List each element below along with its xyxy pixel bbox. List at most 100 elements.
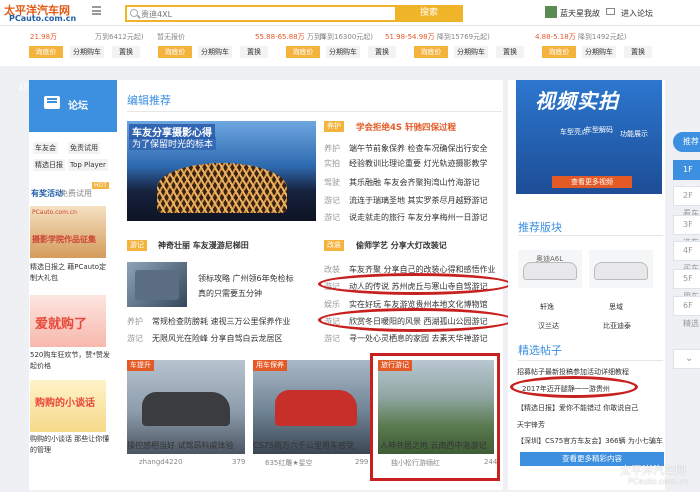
headline-link[interactable]: 神奇壮丽 车友漫游尼梯田: [158, 240, 249, 251]
video-title: 视频实拍: [535, 89, 619, 113]
side-nav-see-cars[interactable]: 2F 看车: [673, 186, 700, 218]
price-item: 51.98-54.98万 降到15769元起): [385, 33, 490, 41]
section-title: 编辑推荐: [127, 94, 171, 107]
photo-contest-thumb[interactable]: PCauto.com.cn 摄影学院作品征集: [30, 206, 106, 258]
trade-in-button[interactable]: 置换: [496, 46, 524, 58]
card-caption[interactable]: CS75两万六千公里用车感受: [253, 440, 354, 451]
car-thumb[interactable]: [589, 250, 653, 288]
row-label: 养护: [127, 317, 143, 326]
trade-in-button[interactable]: 置换: [112, 46, 140, 58]
enter-forum-link[interactable]: 进入论坛: [621, 8, 653, 19]
post-link[interactable]: 【深圳】CS75官方车友会】366辆 为小七骗车: [517, 436, 663, 446]
watermark: PCauto.com.cn: [628, 477, 688, 486]
article-link[interactable]: 领标攻略 广州领6年免检标: [198, 273, 294, 284]
car-name[interactable]: 汉兰达: [538, 321, 559, 331]
list-item[interactable]: 精选日报之 藉PCauto定制大礼包: [30, 262, 110, 284]
search-button[interactable]: 搜索: [395, 5, 463, 22]
article-link[interactable]: 常规检查防膀耗 速视三万公里保养作业: [152, 316, 291, 327]
card-author[interactable]: zhangd4220: [139, 458, 183, 466]
card-caption[interactable]: 操控感相当好 试驾昂科威体验: [127, 440, 234, 451]
headline-link[interactable]: 偷师学艺 分享大灯改装记: [356, 240, 447, 251]
side-nav-recommend[interactable]: 推荐: [673, 132, 700, 152]
divider: [127, 111, 502, 112]
row-label: 游记: [324, 196, 340, 205]
trade-in-button[interactable]: 置换: [368, 46, 396, 58]
installment-button[interactable]: 分期购车: [198, 46, 232, 58]
article-link[interactable]: 经验教训比理论重要 灯光轨迹摄影教学: [349, 158, 488, 169]
promo-thumb[interactable]: 购购的小谈话: [30, 380, 106, 432]
ask-price-button[interactable]: 询底价: [286, 46, 320, 58]
side-nav-forum[interactable]: 1F 论坛: [673, 160, 700, 192]
promo-thumb[interactable]: 爱就购了: [30, 295, 106, 347]
row-label: 改装: [324, 265, 340, 274]
post-link[interactable]: 【精选日报】爱你不能错过 你敢说自己: [517, 403, 638, 413]
message-icon[interactable]: [606, 8, 615, 15]
list-item[interactable]: 520购车狂欢节，赞*赞发起价格: [30, 350, 110, 372]
price-strip: 21.98万 万到6412元起) 暂无报价 55.88-65.88万 万到5 降…: [0, 26, 700, 66]
search-icon: [130, 9, 138, 17]
list-item[interactable]: 购购的小谈话 那些让你懂的管理: [30, 434, 110, 456]
car-name[interactable]: 思域: [609, 302, 623, 312]
car-name[interactable]: 比亚迪泰: [603, 321, 631, 331]
divider: [518, 235, 663, 236]
article-link[interactable]: 端午节前象保养 检查车况确保出行安全: [349, 143, 488, 154]
headline-link[interactable]: 学会拒绝4S 轩驰四保过程: [356, 121, 456, 133]
post-link[interactable]: 天宇锋芳: [517, 420, 545, 430]
side-nav-buy[interactable]: 4F 买车: [673, 241, 700, 273]
watermark: 太平洋汽车网: [620, 464, 686, 477]
free-trial-tab[interactable]: 免费试用: [60, 188, 92, 199]
ask-price-button[interactable]: 询底价: [414, 46, 448, 58]
installment-button[interactable]: 分期购车: [326, 46, 360, 58]
installment-button[interactable]: 分期购车: [454, 46, 488, 58]
row-label: 游记: [127, 334, 143, 343]
forum-title[interactable]: 论坛: [68, 97, 88, 112]
price-item: 21.98万: [30, 33, 58, 41]
ask-price-button[interactable]: 询底价: [29, 46, 63, 58]
avatar[interactable]: [545, 6, 557, 18]
more-videos-button[interactable]: 查看更多视频: [552, 176, 632, 188]
card-author[interactable]: 635红雕★星空: [265, 458, 313, 468]
article-link[interactable]: 寻一处心灵栖息的家园 去素天华禅游记: [349, 333, 488, 344]
article-link[interactable]: 其乐融融 车友会齐聚狗湾山竹海游记: [349, 177, 480, 188]
ask-price-button[interactable]: 询底价: [158, 46, 192, 58]
article-link[interactable]: 流连于瑞璃圣地 其实罗茶尽月越野游记: [349, 195, 488, 206]
section-title: 推荐版块: [518, 221, 562, 234]
article-link[interactable]: 真的只需要五分钟: [198, 288, 262, 299]
comment-count: 379: [232, 458, 246, 466]
chevron-down-icon[interactable]: ⌄: [673, 349, 700, 369]
username[interactable]: 蓝天星我故: [560, 8, 600, 19]
side-nav-choose[interactable]: 3F 选车: [673, 215, 700, 247]
car-tag: 奥迪A6L: [536, 255, 564, 263]
ask-price-button[interactable]: 询底价: [542, 46, 576, 58]
chip-daily-picks[interactable]: 精选日报: [33, 159, 65, 171]
search-input[interactable]: [141, 8, 411, 20]
video-tab[interactable]: 车型亮点: [560, 127, 588, 137]
installment-button[interactable]: 分期购车: [70, 46, 104, 58]
article-link[interactable]: 说走就走的旅行 车友分享梅州一日游记: [349, 212, 488, 223]
installment-button[interactable]: 分期购车: [582, 46, 616, 58]
car-name[interactable]: 轩逸: [540, 302, 554, 312]
category-tag: 游记: [127, 240, 147, 251]
side-nav-picks[interactable]: 6F 精选: [673, 296, 700, 328]
article-link[interactable]: 无限风光在险峰 分享自驾白云龙居区: [152, 333, 283, 344]
row-label: 娱乐: [324, 300, 340, 309]
row-label: 实拍: [324, 159, 340, 168]
price-item: 55.88-65.88万 万到5: [255, 33, 326, 41]
trade-in-button[interactable]: 置换: [624, 46, 652, 58]
search-box[interactable]: [125, 5, 411, 22]
video-tab[interactable]: 功能展示: [620, 129, 648, 139]
comment-count: 299: [355, 458, 369, 466]
chip-car-club[interactable]: 车友会: [33, 142, 58, 154]
chip-free-trial[interactable]: 免责试用: [68, 142, 100, 154]
activity-tab[interactable]: 有奖活动: [31, 188, 63, 199]
video-tab[interactable]: 车型解码: [585, 125, 613, 135]
divider: [518, 360, 663, 361]
menu-icon[interactable]: [92, 6, 101, 15]
section-title: 精选帖子: [518, 344, 562, 357]
trade-in-button[interactable]: 置换: [240, 46, 268, 58]
chip-top-player[interactable]: Top Player: [68, 159, 108, 171]
price-item: 4.88-5.18万 降到1492元起): [535, 33, 627, 41]
highlight-annotation: [370, 353, 500, 481]
floor-label: 1F: [18, 83, 29, 93]
side-nav-use[interactable]: 5F 用车: [673, 269, 700, 301]
